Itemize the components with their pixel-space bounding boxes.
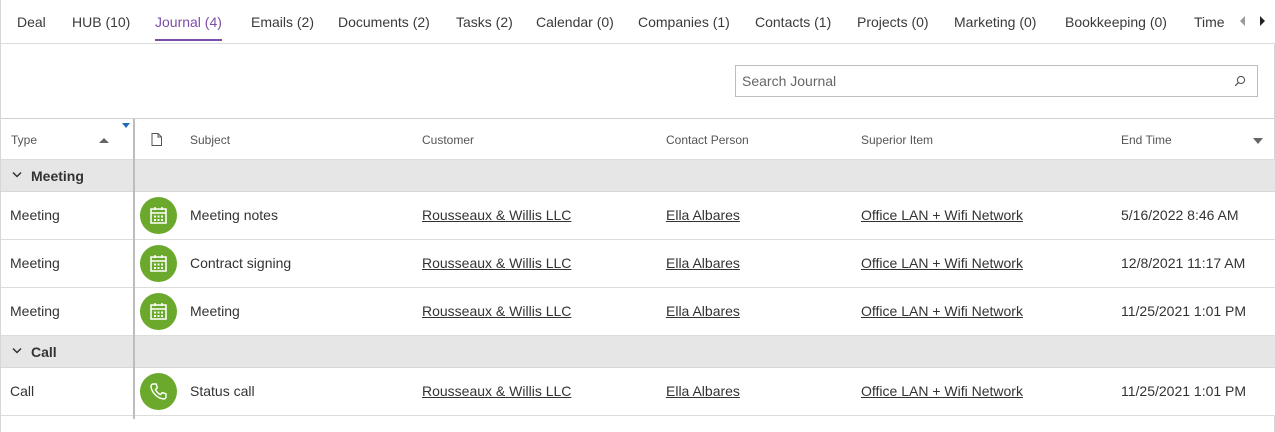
column-header-subject[interactable]: Subject — [190, 133, 230, 147]
calendar-icon — [140, 245, 177, 282]
group-header-meeting[interactable]: Meeting — [1, 160, 1275, 192]
group-label: Call — [31, 344, 57, 360]
customer-link[interactable]: Rousseaux & Willis LLC — [422, 207, 571, 223]
contact-person-link[interactable]: Ella Albares — [666, 303, 740, 319]
tab-bookkeeping[interactable]: Bookkeeping (0) — [1065, 0, 1167, 43]
tab-projects[interactable]: Projects (0) — [857, 0, 929, 43]
group-label: Meeting — [31, 168, 84, 184]
column-header-customer[interactable]: Customer — [422, 133, 474, 147]
tab-hub[interactable]: HUB (10) — [72, 0, 130, 43]
filter-indicator-icon[interactable] — [122, 123, 130, 128]
tab-tasks[interactable]: Tasks (2) — [456, 0, 513, 43]
superior-item-link[interactable]: Office LAN + Wifi Network — [861, 207, 1023, 223]
tab-companies[interactable]: Companies (1) — [638, 0, 730, 43]
tab-contacts[interactable]: Contacts (1) — [755, 0, 831, 43]
column-header-contact-person[interactable]: Contact Person — [666, 133, 749, 147]
cell-type: Meeting — [10, 303, 60, 319]
search-box — [735, 65, 1258, 97]
cell-type: Meeting — [10, 255, 60, 271]
journal-table: Type Subject Customer Contact Person Sup… — [1, 118, 1275, 432]
tab-documents[interactable]: Documents (2) — [338, 0, 430, 43]
tab-journal[interactable]: Journal (4) — [155, 0, 222, 43]
superior-item-link[interactable]: Office LAN + Wifi Network — [861, 303, 1023, 319]
table-row[interactable]: Meeting Meeting notes Rousseaux & Willis… — [1, 192, 1275, 240]
calendar-icon — [140, 293, 177, 330]
tab-deal[interactable]: Deal — [17, 0, 46, 43]
table-row[interactable]: Meeting Meeting Rousseaux & Willis LLC E… — [1, 288, 1275, 336]
search-input[interactable] — [736, 66, 1216, 96]
table-row[interactable]: Meeting Contract signing Rousseaux & Wil… — [1, 240, 1275, 288]
tab-scroll-right-icon[interactable] — [1260, 16, 1265, 26]
group-header-call[interactable]: Call — [1, 336, 1275, 368]
cell-end-time: 5/16/2022 8:46 AM — [1121, 207, 1239, 223]
tab-emails[interactable]: Emails (2) — [251, 0, 314, 43]
phone-icon — [140, 373, 177, 410]
column-header-end-time[interactable]: End Time — [1121, 133, 1172, 147]
tab-bar: Deal HUB (10) Journal (4) Emails (2) Doc… — [1, 0, 1275, 44]
cell-subject: Contract signing — [190, 255, 292, 271]
customer-link[interactable]: Rousseaux & Willis LLC — [422, 255, 571, 271]
cell-type: Call — [10, 383, 35, 399]
cell-subject: Status call — [190, 383, 255, 399]
customer-link[interactable]: Rousseaux & Willis LLC — [422, 383, 571, 399]
column-header-type[interactable]: Type — [11, 133, 37, 147]
chevron-down-icon[interactable] — [12, 171, 22, 179]
column-menu-dropdown-icon[interactable] — [1253, 138, 1263, 144]
cell-end-time: 12/8/2021 11:17 AM — [1121, 255, 1246, 271]
cell-end-time: 11/25/2021 1:01 PM — [1121, 303, 1247, 319]
cell-subject: Meeting notes — [190, 207, 278, 223]
journal-panel: Deal HUB (10) Journal (4) Emails (2) Doc… — [0, 0, 1275, 432]
tab-marketing[interactable]: Marketing (0) — [954, 0, 1036, 43]
table-row[interactable]: Call Status call Rousseaux & Willis LLC … — [1, 368, 1275, 416]
tab-scroll-area — [1241, 0, 1275, 43]
cell-type: Meeting — [10, 207, 60, 223]
tab-calendar[interactable]: Calendar (0) — [536, 0, 614, 43]
tab-scroll-left-icon[interactable] — [1240, 16, 1245, 26]
sort-ascending-icon[interactable] — [99, 138, 109, 143]
column-header-superior-item[interactable]: Superior Item — [861, 133, 933, 147]
contact-person-link[interactable]: Ella Albares — [666, 207, 740, 223]
contact-person-link[interactable]: Ella Albares — [666, 383, 740, 399]
tab-time[interactable]: Time — [1194, 0, 1225, 43]
superior-item-link[interactable]: Office LAN + Wifi Network — [861, 255, 1023, 271]
cell-end-time: 11/25/2021 1:01 PM — [1121, 383, 1247, 399]
document-icon — [151, 133, 162, 146]
calendar-icon — [140, 197, 177, 234]
customer-link[interactable]: Rousseaux & Willis LLC — [422, 303, 571, 319]
search-icon[interactable] — [1233, 74, 1247, 88]
superior-item-link[interactable]: Office LAN + Wifi Network — [861, 383, 1023, 399]
table-header: Type Subject Customer Contact Person Sup… — [1, 119, 1275, 160]
column-resize-handle[interactable] — [133, 119, 135, 419]
chevron-down-icon[interactable] — [12, 347, 22, 355]
cell-subject: Meeting — [190, 303, 240, 319]
contact-person-link[interactable]: Ella Albares — [666, 255, 740, 271]
